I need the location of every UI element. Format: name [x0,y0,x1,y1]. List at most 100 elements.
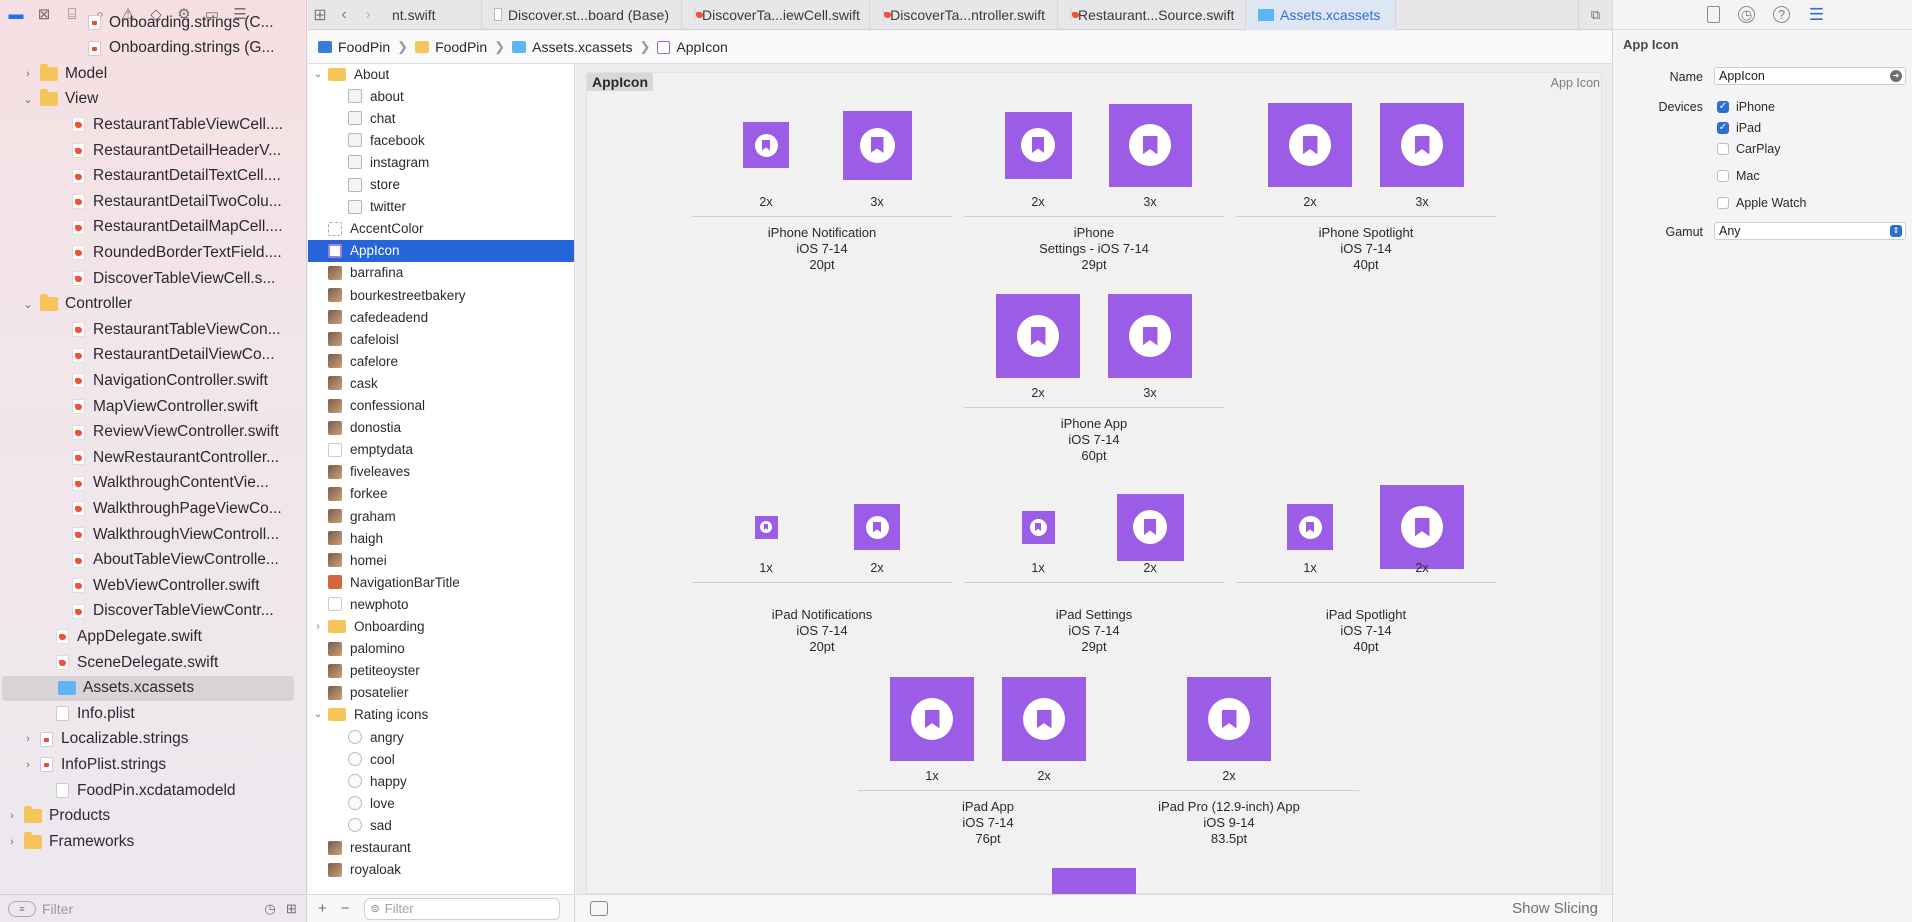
help-icon[interactable]: ? [1773,6,1790,23]
navigator-item[interactable]: WalkthroughViewControll... [0,522,300,547]
app-icon-slot[interactable] [754,515,778,539]
asset-item[interactable]: ⌄ About [308,64,574,85]
forward-arrow-icon[interactable]: › [356,6,380,24]
gamut-select[interactable]: Any ⇕ [1714,222,1906,240]
app-icon-slot[interactable] [1187,677,1271,761]
navigator-item[interactable]: NewRestaurantController... [0,445,300,470]
app-icon-slot[interactable] [1268,103,1352,187]
asset-item[interactable]: NavigationBarTitle [308,571,574,593]
history-icon[interactable]: ◷ [1738,6,1755,23]
navigator-item[interactable]: RestaurantDetailHeaderV... [0,138,300,163]
asset-item[interactable]: cafelore [308,350,574,372]
navigator-item[interactable]: RestaurantTableViewCell.... [0,112,300,137]
checkbox[interactable]: ✓ [1717,122,1729,134]
navigator-item[interactable]: › Localizable.strings [0,727,300,752]
breadcrumb-assets[interactable]: Assets.xcassets [512,39,633,55]
disclosure-icon[interactable]: ⌄ [308,69,328,80]
add-asset-button[interactable]: + [318,900,327,917]
disclosure-icon[interactable]: › [6,810,18,822]
checkbox[interactable] [1717,197,1729,209]
asset-item[interactable]: bourkestreetbakery [308,284,574,306]
navigator-item[interactable]: RestaurantDetailTwoColu... [0,189,300,214]
asset-item[interactable]: cafedeadend [308,306,574,328]
device-checkbox-row[interactable]: Apple Watch [1717,196,1806,210]
app-icon-slot[interactable] [842,110,912,180]
navigator-item[interactable]: AboutTableViewControlle... [0,548,300,573]
asset-item[interactable]: cask [308,372,574,394]
editor-tab[interactable]: Restaurant...Source.swift [1058,0,1246,30]
editor-tab[interactable]: Assets.xcassets [1246,0,1396,30]
disclosure-icon[interactable]: ⌄ [22,93,34,106]
app-icon-slot[interactable] [1108,103,1192,187]
asset-item[interactable]: angry [308,726,574,748]
breadcrumb-project[interactable]: FoodPin [318,39,390,55]
asset-item[interactable]: sad [308,814,574,836]
asset-item[interactable]: haigh [308,527,574,549]
asset-item[interactable]: donostia [308,417,574,439]
disclosure-icon[interactable]: › [6,836,18,848]
navigator-item[interactable]: ReviewViewController.swift [0,420,300,445]
asset-item[interactable]: chat [308,107,574,129]
file-icon[interactable] [1707,6,1720,23]
device-checkbox-row[interactable]: Mac [1717,169,1760,183]
grid-icon[interactable]: ⊞ [308,5,332,25]
show-slicing-button[interactable]: Show Slicing [1512,900,1598,917]
navigator-item[interactable]: WalkthroughContentVie... [0,471,300,496]
app-icon-slot[interactable] [1021,510,1055,544]
navigator-item[interactable]: MapViewController.swift [0,394,300,419]
navigator-item[interactable]: Onboarding.strings (G... [0,36,300,61]
navigator-item[interactable]: WalkthroughPageViewCo... [0,496,300,521]
asset-item[interactable]: restaurant [308,837,574,859]
asset-item[interactable]: happy [308,770,574,792]
asset-item[interactable]: cafeloisl [308,328,574,350]
breadcrumb-appicon[interactable]: AppIcon [657,39,728,55]
navigator-item[interactable]: RestaurantDetailViewCo... [0,343,300,368]
asset-item[interactable]: forkee [308,483,574,505]
asset-item[interactable]: palomino [308,638,574,660]
editor-tab[interactable]: nt.swift [380,0,482,30]
filter-icon[interactable]: ≡ [8,900,36,917]
app-icon-slot[interactable] [996,294,1080,378]
asset-item[interactable]: twitter [308,196,574,218]
back-arrow-icon[interactable]: ‹ [332,6,356,24]
disclosure-icon[interactable]: › [22,759,34,771]
asset-item[interactable]: petiteoyster [308,660,574,682]
disclosure-icon[interactable]: ⌄ [22,298,34,311]
editor-tab[interactable]: DiscoverTa...ntroller.swift [870,0,1058,30]
checkbox[interactable] [1717,170,1729,182]
attributes-icon[interactable]: ☰ [1808,5,1825,24]
navigator-item[interactable]: FoodPin.xcdatamodeld [0,778,300,803]
navigator-item[interactable]: › InfoPlist.strings [0,752,300,777]
disclosure-icon[interactable]: ⌄ [308,709,328,720]
disclosure-icon[interactable]: › [22,68,34,80]
asset-item[interactable]: royaloak [308,859,574,881]
editor-tab[interactable]: Discover.st...board (Base) [482,0,682,30]
arrow-right-icon[interactable]: ➜ [1890,70,1902,82]
asset-item[interactable]: love [308,792,574,814]
navigator-item[interactable]: Info.plist [0,701,300,726]
navigator-item[interactable]: DiscoverTableViewContr... [0,599,300,624]
asset-item[interactable]: posatelier [308,682,574,704]
source-control-filter-icon[interactable]: ⊞ [284,895,299,922]
navigator-item[interactable]: DiscoverTableViewCell.s... [0,266,300,291]
asset-item[interactable]: › Onboarding [308,616,574,638]
app-icon-slot[interactable] [1004,111,1072,179]
checkbox[interactable]: ✓ [1717,101,1729,113]
asset-item[interactable]: facebook [308,129,574,151]
app-icon-slot[interactable] [854,504,900,550]
asset-item[interactable]: emptydata [308,439,574,461]
navigator-item[interactable]: › Model [0,61,300,86]
navigator-filter-input[interactable]: ≡ Filter [8,899,256,919]
app-icon-slot[interactable] [743,122,789,168]
navigator-item[interactable]: › Products [0,804,300,829]
disclosure-icon[interactable]: › [22,733,34,745]
navigator-item[interactable]: ⌄ View [0,87,300,112]
asset-item[interactable]: store [308,174,574,196]
navigator-item[interactable]: Onboarding.strings (C... [0,10,300,35]
app-icon-slot[interactable] [1380,103,1464,187]
app-icon-slot[interactable] [1116,493,1184,561]
split-editor-icon[interactable]: ⧉ [1578,0,1612,30]
checkbox[interactable] [1717,143,1729,155]
name-field[interactable]: AppIcon ➜ [1714,67,1906,85]
asset-filter-input[interactable]: ⊜ Filter [363,897,560,920]
